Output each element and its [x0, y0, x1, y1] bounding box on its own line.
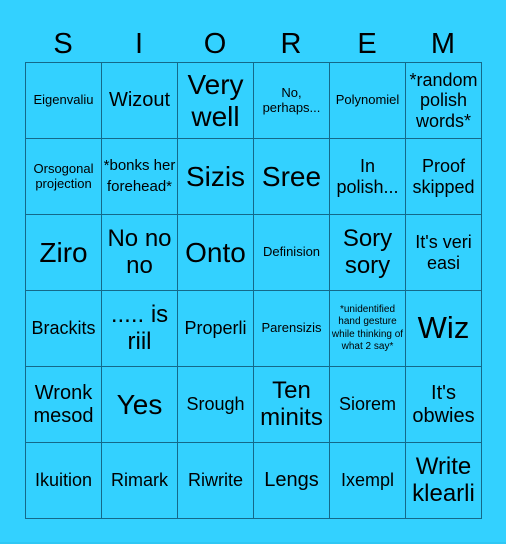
- bingo-cell[interactable]: *bonks her forehead*: [101, 138, 178, 215]
- bingo-cell[interactable]: Yes: [101, 366, 178, 443]
- bingo-title: S I O R E M: [25, 26, 481, 62]
- bingo-cell[interactable]: Ziro: [25, 214, 102, 291]
- bingo-cell[interactable]: Siorem: [329, 366, 406, 443]
- board-row: Brackits..... is riil Properli Parensizis *…: [25, 290, 482, 367]
- bingo-cell[interactable]: Riwrite: [177, 442, 254, 519]
- bingo-cell[interactable]: Write klearli: [405, 442, 482, 519]
- bingo-cell[interactable]: Wiz: [405, 290, 482, 367]
- bingo-cell[interactable]: Brackits: [25, 290, 102, 367]
- title-letter: S: [53, 28, 73, 60]
- bingo-cell[interactable]: *random polish words*: [405, 62, 482, 139]
- bingo-cell[interactable]: Ikuition: [25, 442, 102, 519]
- bingo-cell[interactable]: Polynomiel: [329, 62, 406, 139]
- bingo-cell[interactable]: Properli: [177, 290, 254, 367]
- bingo-cell[interactable]: Ixempl: [329, 442, 406, 519]
- bingo-cell[interactable]: Orsogonal projection: [25, 138, 102, 215]
- bingo-cell[interactable]: *unidentified hand gesture while thinkin…: [329, 290, 406, 367]
- bingo-cell[interactable]: No, perhaps...: [253, 62, 330, 139]
- bingo-cell[interactable]: Eigenvaliu: [25, 62, 102, 139]
- board-row: Eigenvaliu Wizout Very well No, perhaps... P…: [25, 62, 482, 139]
- board-row: Ziro No no no Onto Definision Sory sory It's …: [25, 214, 482, 291]
- bingo-cell[interactable]: Proof skipped: [405, 138, 482, 215]
- bingo-cell[interactable]: In polish...: [329, 138, 406, 215]
- bingo-cell[interactable]: Sory sory: [329, 214, 406, 291]
- bingo-cell[interactable]: Lengs: [253, 442, 330, 519]
- title-letter: R: [280, 28, 302, 60]
- title-letter: I: [134, 28, 144, 60]
- bingo-cell[interactable]: Onto: [177, 214, 254, 291]
- bingo-cell[interactable]: Wizout: [101, 62, 178, 139]
- bingo-cell[interactable]: Wronk mesod: [25, 366, 102, 443]
- title-letter: E: [357, 28, 377, 60]
- board-row: Wronk mesod Yes Srough Ten minits Siorem It's…: [25, 366, 482, 443]
- bingo-cell[interactable]: It's obwies: [405, 366, 482, 443]
- board-row: Orsogonal projection *bonks her forehead*…: [25, 138, 482, 215]
- bingo-cell[interactable]: Very well: [177, 62, 254, 139]
- bingo-cell[interactable]: Ten minits: [253, 366, 330, 443]
- bingo-cell[interactable]: It's veri easi: [405, 214, 482, 291]
- bingo-cell[interactable]: Definision: [253, 214, 330, 291]
- title-letter: O: [203, 28, 227, 60]
- bingo-cell[interactable]: Sree: [253, 138, 330, 215]
- bingo-cell[interactable]: Srough: [177, 366, 254, 443]
- bingo-cell[interactable]: Sizis: [177, 138, 254, 215]
- bingo-cell[interactable]: Parensizis: [253, 290, 330, 367]
- board-row: Ikuition Rimark Riwrite Lengs Ixempl Write kl…: [25, 442, 482, 519]
- bingo-cell[interactable]: Rimark: [101, 442, 178, 519]
- bingo-cell[interactable]: ..... is riil: [101, 290, 178, 367]
- title-letter: M: [430, 28, 456, 60]
- bingo-board: Eigenvaliu Wizout Very well No, perhaps... P…: [25, 62, 482, 519]
- bingo-cell[interactable]: No no no: [101, 214, 178, 291]
